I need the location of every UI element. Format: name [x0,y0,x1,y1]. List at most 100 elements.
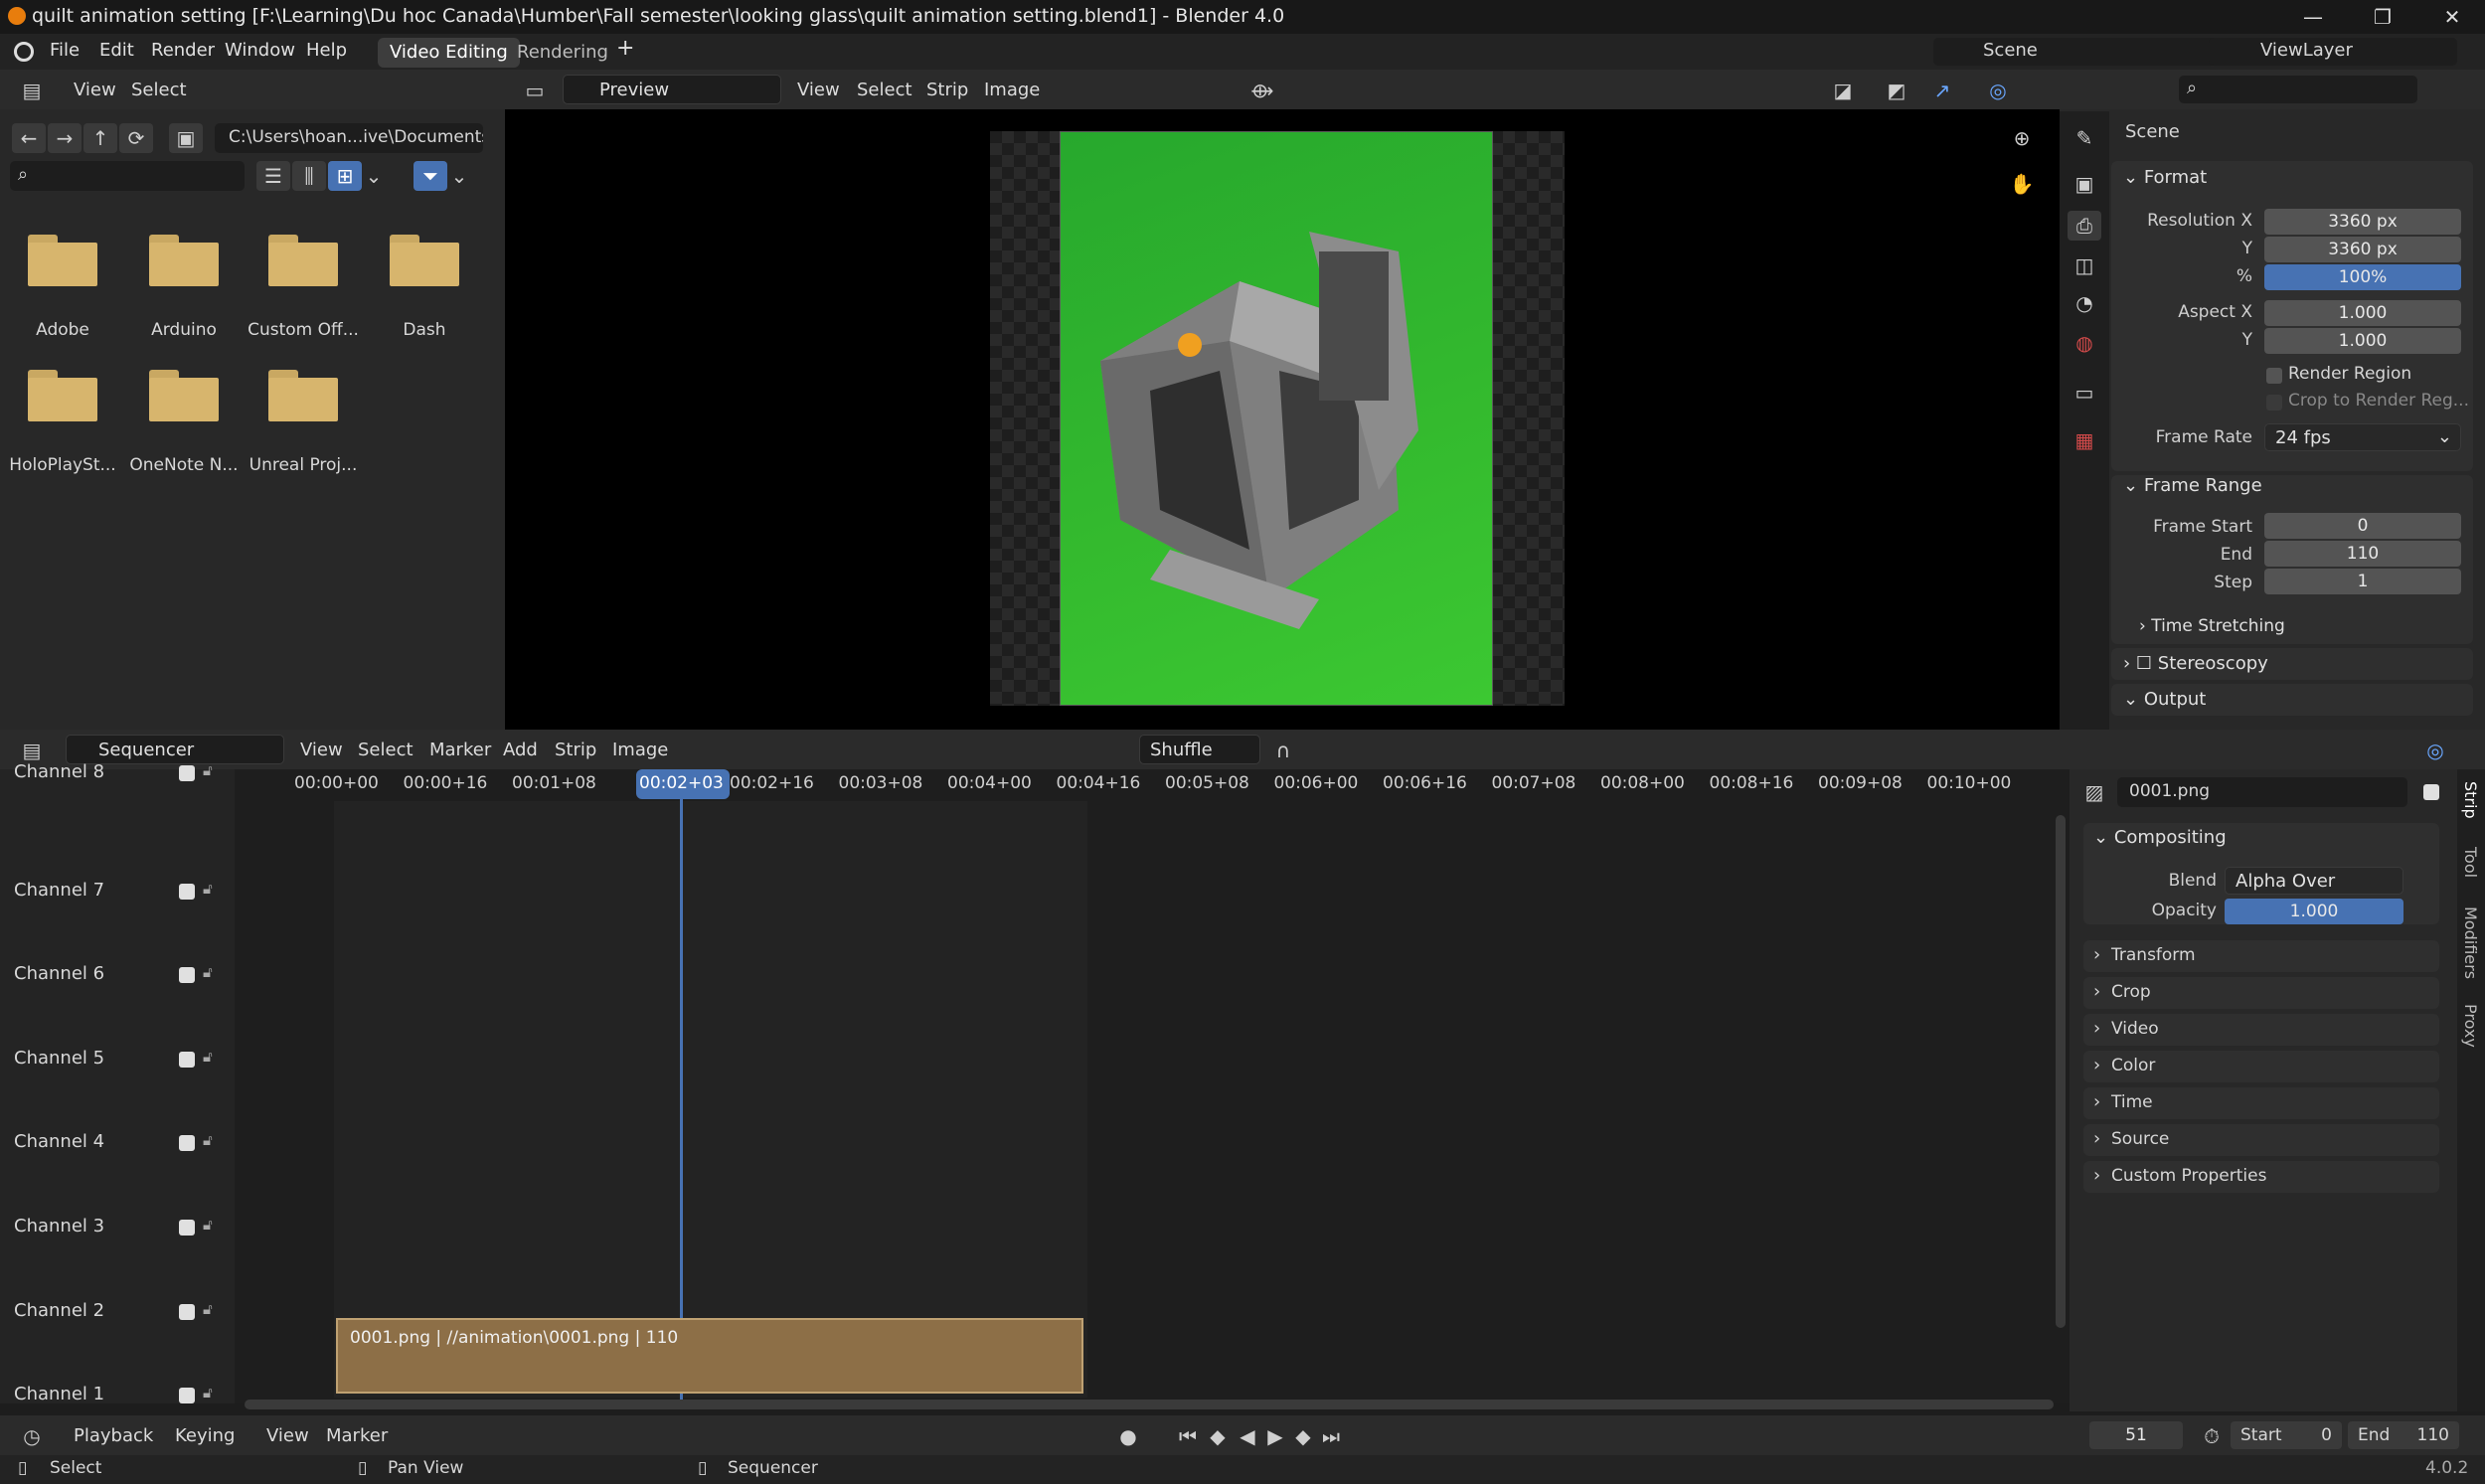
fb-menu-view[interactable]: View [74,80,116,100]
list-view-icon[interactable]: ☰ [256,161,290,191]
jump-start-icon[interactable]: ⏮ [1173,1421,1203,1451]
lock-icon[interactable]: 🔓︎ [203,1216,213,1234]
hand-pan-icon[interactable]: ✋ [2004,169,2040,199]
frame-rate-dropdown[interactable]: 24 fps ⌄ [2264,423,2461,451]
vertical-scrollbar[interactable] [2056,815,2066,1328]
seq-menu-marker[interactable]: Marker [429,740,491,760]
columns-view-icon[interactable]: ⫼ [292,161,326,191]
lock-icon[interactable]: 🔓︎ [203,1131,213,1149]
minimize-button[interactable]: — [2278,0,2348,34]
display-options-icon[interactable]: ⌄ [364,161,384,191]
pv-menu-select[interactable]: Select [857,80,912,100]
resolution-pct-field[interactable]: 100% [2264,264,2461,290]
path-field[interactable]: C:\Users\hoan...ive\Documents\ [215,123,483,153]
render-tab-icon[interactable]: ▣ [2068,169,2101,199]
format-panel-title[interactable]: ⌄ Format [2123,167,2207,188]
folder-label[interactable]: OneNote N... [124,455,244,475]
overlays-toggle-icon[interactable]: ◎ [1978,76,2018,105]
channel-mute-checkbox[interactable] [179,1388,195,1404]
crop-checkbox[interactable] [2266,395,2282,411]
time-stretching-subpanel[interactable]: › Time Stretching [2139,616,2285,636]
pv-menu-view[interactable]: View [797,80,840,100]
file-search-input[interactable]: ⌕ [10,161,245,191]
timeline-menu-marker[interactable]: Marker [326,1425,388,1446]
lock-icon[interactable]: 🔓︎ [203,1300,213,1318]
maximize-button[interactable]: ❐ [2348,0,2417,34]
folder-icon[interactable] [268,370,338,421]
folder-label[interactable]: Adobe [3,320,122,340]
start-frame-field[interactable]: Start 0 [2231,1421,2342,1449]
current-frame-field[interactable]: 51 [2089,1421,2183,1449]
folder-icon[interactable] [149,235,219,286]
forward-arrow-icon[interactable]: → [48,123,82,153]
channel-mute-checkbox[interactable] [179,765,195,781]
folder-icon[interactable] [28,235,97,286]
folder-label[interactable]: Custom Off... [244,320,363,340]
parent-dir-icon[interactable]: ↑ [83,123,117,153]
play-icon[interactable]: ▶ [1260,1421,1290,1451]
zoom-icon[interactable]: ⊕ [2004,123,2040,153]
compositing-title[interactable]: ⌄ Compositing [2093,827,2227,848]
view-layer-selector[interactable]: ViewLayer [2209,38,2457,66]
horizontal-scrollbar[interactable] [245,1400,2054,1409]
play-reverse-icon[interactable]: ◀ [1233,1421,1262,1451]
channel-mute-checkbox[interactable] [179,1220,195,1236]
folder-icon[interactable] [268,235,338,286]
lock-icon[interactable]: 🔓︎ [203,963,213,981]
pv-menu-strip[interactable]: Strip [926,80,968,100]
pivot-icon[interactable]: ⟴ [1242,76,1282,105]
playback-menu[interactable]: Playback [74,1425,153,1446]
seq-menu-add[interactable]: Add [503,740,538,760]
resolution-x-field[interactable]: 3360 px [2264,209,2461,235]
lock-icon[interactable]: 🔓︎ [203,1384,213,1402]
menu-file[interactable]: File [50,40,80,61]
collection-tab-icon[interactable]: ▭ [2068,378,2101,408]
pv-menu-image[interactable]: Image [984,80,1040,100]
lock-icon[interactable]: 🔓︎ [203,1048,213,1066]
lock-icon[interactable]: 🔓︎ [203,761,213,779]
folder-label[interactable]: Arduino [124,320,244,340]
strip-name-field[interactable]: 0001.png [2117,777,2407,807]
aspect-x-field[interactable]: 1.000 [2264,300,2461,326]
gizmo-icon[interactable]: ↗ [1922,76,1962,105]
frame-start-field[interactable]: 0 [2264,513,2461,539]
folder-icon[interactable] [149,370,219,421]
seq-menu-view[interactable]: View [300,740,343,760]
frame-range-title[interactable]: ⌄ Frame Range [2123,475,2262,496]
timeline-menu-view[interactable]: View [266,1425,309,1446]
filter-icon[interactable]: ⏷ [414,161,447,191]
close-button[interactable]: ✕ [2417,0,2485,34]
jump-end-icon[interactable]: ⏭ [1316,1421,1346,1451]
scene-tab-icon[interactable]: ◔ [2068,288,2101,318]
folder-label[interactable]: HoloPlaySt... [3,455,122,475]
view-layer-tab-icon[interactable]: ◫ [2068,250,2101,280]
filter-options-icon[interactable]: ⌄ [449,161,469,191]
frame-end-field[interactable]: 110 [2264,541,2461,567]
frame-step-field[interactable]: 1 [2264,569,2461,594]
thumbnail-view-icon[interactable]: ⊞ [328,161,362,191]
sequencer-view-dropdown[interactable]: Sequencer [66,735,284,764]
blend-dropdown[interactable]: Alpha Over [2225,867,2403,895]
sidebar-tab[interactable]: Strip [2461,781,2480,819]
seq-menu-select[interactable]: Select [358,740,414,760]
timeline-editor-icon[interactable]: ◷ [12,1421,52,1451]
seq-menu-image[interactable]: Image [612,740,668,760]
opacity-field[interactable]: 1.000 [2225,899,2403,924]
preview-editor-type-icon[interactable]: ▭ [515,76,555,105]
display-channels-icon[interactable]: ◪ [1823,76,1863,105]
back-arrow-icon[interactable]: ← [12,123,46,153]
strip-enabled-checkbox[interactable] [2423,784,2439,800]
tab-rendering[interactable]: Rendering [505,38,620,68]
end-frame-field[interactable]: End 110 [2348,1421,2459,1449]
channel-mute-checkbox[interactable] [179,967,195,984]
tool-tab-icon[interactable]: ✎ [2068,123,2101,153]
blender-menu-icon[interactable] [14,42,34,62]
channel-mute-checkbox[interactable] [179,883,195,900]
scene-selector[interactable]: Scene [1933,38,2251,66]
new-folder-icon[interactable]: ▣ [169,123,203,153]
aspect-y-field[interactable]: 1.000 [2264,328,2461,354]
refresh-icon[interactable]: ⟳ [119,123,153,153]
preview-mode-dropdown[interactable]: Preview [563,75,781,104]
menu-window[interactable]: Window [225,40,295,61]
folder-icon[interactable] [390,235,459,286]
